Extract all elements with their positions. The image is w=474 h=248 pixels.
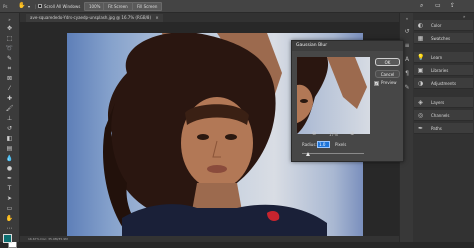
rectangle-tool-icon[interactable]: ▭	[4, 204, 15, 213]
panel-label: Color	[431, 23, 442, 28]
zoom-out-icon[interactable]: ⊖	[312, 131, 316, 137]
cancel-button[interactable]: Cancel	[375, 70, 400, 78]
panel-label: Adjustments	[431, 81, 457, 86]
gradient-tool-icon[interactable]: ▤	[4, 144, 15, 153]
paths-icon: ✒	[417, 125, 424, 132]
history-icon[interactable]: ↺	[403, 28, 411, 36]
lasso-tool-icon[interactable]: ➰	[4, 44, 15, 53]
clone-stamp-tool-icon[interactable]: ⊥	[4, 114, 15, 123]
status-text: 16.67% Doc: 35.9M/35.9M	[28, 237, 68, 241]
hand-tool-icon[interactable]: ✋	[4, 214, 15, 223]
radius-label: Radius:	[302, 142, 317, 147]
radius-slider-track[interactable]	[302, 153, 364, 154]
move-tool-icon[interactable]: ✥	[4, 24, 15, 33]
zoom-in-icon[interactable]: ⊕	[350, 131, 354, 137]
search-icon[interactable]: ⌕	[420, 1, 423, 10]
history-brush-tool-icon[interactable]: ↺	[4, 124, 15, 133]
character-icon[interactable]: A	[403, 56, 411, 64]
panel-label: Libraries	[431, 68, 449, 73]
frame-tool-icon[interactable]: ⊠	[4, 74, 15, 83]
dock-collapse-icon[interactable]: «	[403, 15, 411, 23]
fill-screen-button[interactable]: Fill Screen	[132, 2, 163, 11]
options-bar: Ps ✋ ▾ | Scroll All Windows 100% Fit Scr…	[0, 0, 474, 13]
panel-channels[interactable]: ◎ Channels	[414, 110, 473, 121]
healing-brush-tool-icon[interactable]: ✚	[4, 94, 15, 103]
layers-icon: ◈	[418, 99, 423, 106]
scroll-all-windows-label: Scroll All Windows	[44, 4, 81, 9]
color-icon: ◐	[417, 22, 424, 29]
radius-slider-thumb[interactable]	[306, 152, 310, 156]
quick-select-tool-icon[interactable]: ✎	[4, 54, 15, 63]
radius-input[interactable]: 1.0	[317, 141, 330, 148]
type-tool-icon[interactable]: T	[4, 184, 15, 193]
hand-tool-icon[interactable]: ✋	[18, 1, 25, 10]
crop-tool-icon[interactable]: ⌗	[4, 64, 15, 73]
dialog-title: Gaussian Blur	[292, 41, 403, 51]
libraries-icon: ▣	[417, 67, 424, 74]
adjustments-icon: ◑	[417, 80, 424, 87]
share-icon[interactable]: ⇪	[450, 1, 455, 10]
marquee-tool-icon[interactable]: ⬚	[4, 34, 15, 43]
gaussian-blur-dialog: Gaussian Blur OK Cancel ✓ Preview ⊖ 17% …	[291, 40, 404, 162]
close-tab-icon[interactable]: ×	[155, 15, 158, 20]
panels-column: » ◐ Color ▦ Swatches 💡 Learn ▣ Libraries…	[413, 13, 474, 242]
brush-tool-icon[interactable]: 🖌	[4, 104, 15, 113]
scroll-all-windows-checkbox[interactable]	[38, 4, 42, 8]
panel-paths[interactable]: ✒ Paths	[414, 123, 473, 134]
fit-screen-button[interactable]: Fit Screen	[103, 2, 133, 11]
panel-color[interactable]: ◐ Color	[414, 20, 473, 31]
properties-icon[interactable]: ≡	[403, 42, 411, 50]
panel-libraries[interactable]: ▣ Libraries	[414, 65, 473, 76]
learn-icon: 💡	[417, 54, 425, 61]
photoshop-menu-icon[interactable]: Ps	[3, 2, 7, 11]
panel-learn[interactable]: 💡 Learn	[414, 52, 473, 63]
eraser-tool-icon[interactable]: ◧	[4, 134, 15, 143]
panel-adjustments[interactable]: ◑ Adjustments	[414, 78, 473, 89]
ok-button[interactable]: OK	[375, 58, 400, 66]
panel-swatches[interactable]: ▦ Swatches	[414, 33, 473, 44]
options-separator: |	[35, 4, 37, 9]
preview-checkbox[interactable]: ✓	[374, 81, 379, 86]
eyedropper-tool-icon[interactable]: ⁄	[4, 84, 15, 93]
workspace-icon[interactable]: ▭	[435, 1, 441, 10]
panel-label: Paths	[431, 126, 442, 131]
panels-collapse-icon[interactable]: »	[463, 14, 465, 19]
zoom-percent: 17%	[329, 132, 338, 137]
dodge-tool-icon[interactable]: ●	[4, 164, 15, 173]
panel-label: Learn	[431, 55, 443, 60]
toolbox: » ✥ ⬚ ➰ ✎ ⌗ ⊠ ⁄ ✚ 🖌 ⊥ ↺ ◧ ▤ 💧 ● ✒ T ➤ ▭ …	[0, 13, 20, 248]
radius-unit: Pixels	[335, 142, 347, 147]
document-tab[interactable]: ave-squarededo-Ydrs-cyaedp-unsplash.jpg …	[26, 14, 163, 22]
channels-icon: ◎	[417, 112, 424, 119]
status-bar: 16.67% Doc: 35.9M/35.9M	[20, 236, 399, 242]
blur-tool-icon[interactable]: 💧	[4, 154, 15, 163]
document-tab-title: ave-squarededo-Ydrs-cyaedp-unsplash.jpg …	[30, 15, 152, 20]
preview-photo	[297, 57, 367, 134]
more-tools-icon[interactable]: ⋯	[4, 224, 15, 233]
document-tab-bar: ave-squarededo-Ydrs-cyaedp-unsplash.jpg …	[20, 13, 399, 22]
panel-label: Swatches	[431, 36, 451, 41]
path-selection-tool-icon[interactable]: ➤	[4, 194, 15, 203]
swatches-icon: ▦	[417, 35, 424, 42]
blur-preview-image[interactable]	[297, 57, 370, 134]
chevron-down-icon[interactable]: ▾	[28, 2, 30, 11]
panel-label: Channels	[431, 113, 450, 118]
pen-tool-icon[interactable]: ✒	[4, 174, 15, 183]
preview-label: Preview	[381, 80, 397, 85]
brushes-icon[interactable]: ✎	[403, 84, 411, 92]
panel-label: Layers	[431, 100, 445, 105]
toolbox-collapse-icon[interactable]: »	[4, 15, 15, 24]
paragraph-icon[interactable]: ¶	[403, 70, 411, 78]
panel-layers[interactable]: ◈ Layers	[414, 97, 473, 108]
